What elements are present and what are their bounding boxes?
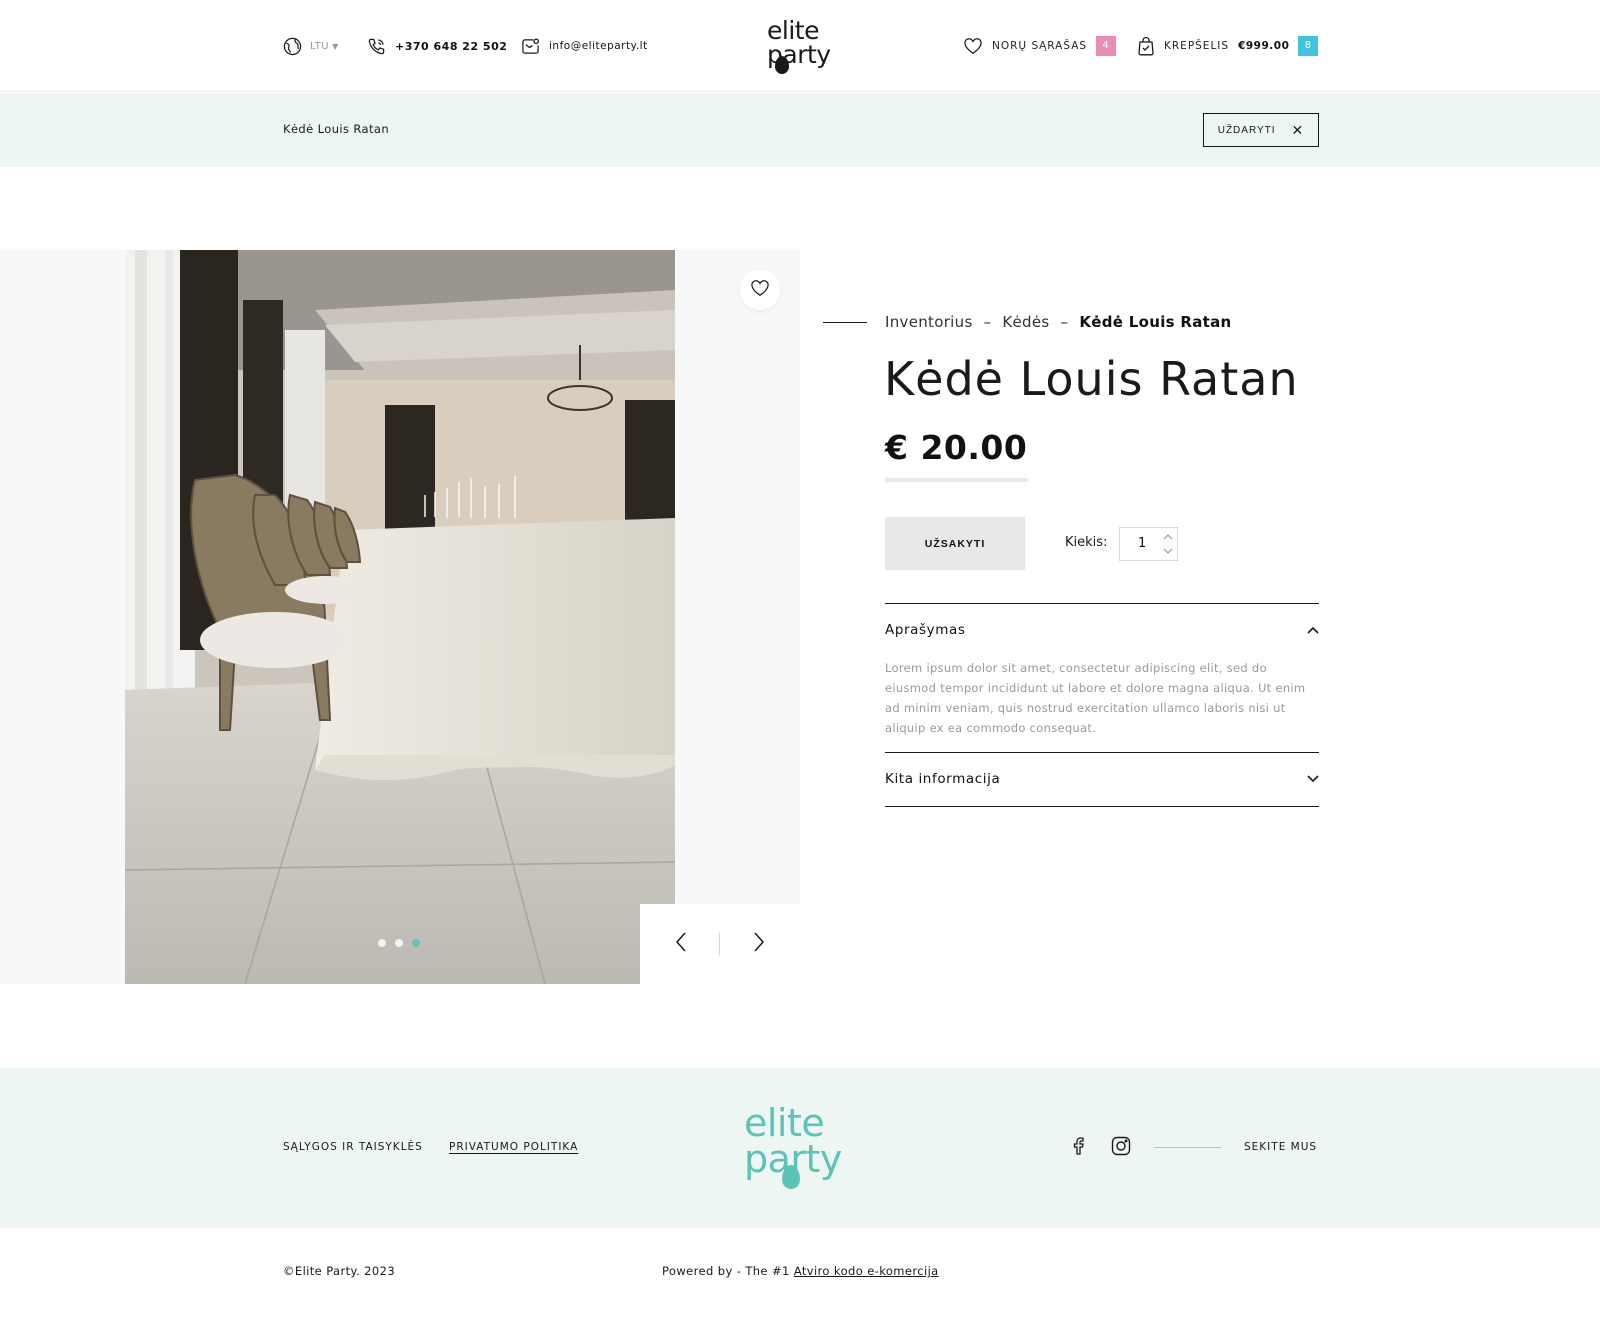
powered-by: Powered by - The #1 Atviro kodo e-komerc… bbox=[662, 1264, 939, 1278]
breadcrumb-separator: – bbox=[983, 313, 992, 331]
product-photo-image bbox=[125, 250, 675, 984]
product-title: Kėdė Louis Ratan bbox=[884, 352, 1299, 406]
email-link[interactable]: info@eliteparty.lt bbox=[521, 33, 648, 59]
terms-link[interactable]: SĄLYGOS IR TAISYKLĖS bbox=[283, 1141, 423, 1153]
close-button-label: UŽDARYTI bbox=[1217, 124, 1276, 136]
order-button[interactable]: UŽSAKYTI bbox=[885, 517, 1025, 570]
chevron-left-icon bbox=[675, 932, 687, 956]
wishlist-label: NORŲ SĄRAŠAS bbox=[992, 40, 1088, 52]
product-photo[interactable] bbox=[125, 250, 675, 984]
quantity-label: Kiekis: bbox=[1065, 535, 1108, 550]
accordion-divider bbox=[885, 752, 1319, 753]
cart-label: KREPŠELIS bbox=[1164, 40, 1230, 52]
phone-icon bbox=[367, 37, 386, 56]
close-notice-button[interactable]: UŽDARYTI ✕ bbox=[1203, 113, 1319, 147]
gallery-dot-2[interactable] bbox=[395, 939, 403, 947]
email-icon bbox=[521, 37, 540, 56]
phone-number: +370 648 22 502 bbox=[395, 39, 508, 53]
quantity-value[interactable]: 1 bbox=[1138, 536, 1146, 551]
heart-icon bbox=[963, 37, 983, 55]
breadcrumb-item-inventory[interactable]: Inventorius bbox=[885, 313, 973, 331]
cart-count-badge: 8 bbox=[1298, 36, 1319, 56]
price-underline bbox=[885, 478, 1028, 482]
added-product-notice: Kėdė Louis Ratan UŽDARYTI ✕ bbox=[0, 93, 1600, 167]
gallery-nav-divider bbox=[719, 932, 720, 956]
site-logo[interactable]: elite party bbox=[763, 18, 837, 76]
wishlist-link[interactable]: NORŲ SĄRAŠAS 4 bbox=[963, 33, 1117, 59]
breadcrumb-separator: – bbox=[1060, 313, 1069, 331]
powered-by-prefix: Powered by - The #1 bbox=[662, 1264, 790, 1278]
copyright: ©Elite Party. 2023 bbox=[283, 1264, 396, 1278]
breadcrumb: Inventorius – Kėdės – Kėdė Louis Ratan bbox=[885, 313, 1232, 331]
chevron-up-icon bbox=[1307, 622, 1319, 638]
chevron-down-icon bbox=[1307, 771, 1319, 787]
shopping-bag-icon bbox=[1137, 36, 1155, 56]
accordion-other-info-title: Kita informacija bbox=[885, 771, 1001, 787]
heart-icon bbox=[750, 279, 770, 301]
accordion-description-header[interactable]: Aprašymas bbox=[885, 615, 1319, 645]
footer-logo-mark bbox=[782, 1165, 800, 1189]
wishlist-count-badge: 4 bbox=[1096, 36, 1117, 56]
phone-link[interactable]: +370 648 22 502 bbox=[367, 33, 507, 59]
accordion-other-info-header[interactable]: Kita informacija bbox=[885, 764, 1319, 794]
chevron-down-icon[interactable] bbox=[1162, 545, 1174, 557]
notice-product-title: Kėdė Louis Ratan bbox=[283, 122, 390, 136]
cart-link[interactable]: KREPŠELIS €999.00 8 bbox=[1137, 33, 1319, 59]
quantity-stepper[interactable]: 1 bbox=[1119, 527, 1178, 561]
gallery-dot-1[interactable] bbox=[378, 939, 386, 947]
chevron-down-icon: ▼ bbox=[332, 41, 339, 51]
chevron-up-icon[interactable] bbox=[1162, 531, 1174, 543]
accordion-divider bbox=[885, 603, 1319, 604]
currency-selector[interactable]: LTU ▼ bbox=[283, 33, 339, 59]
breadcrumb-item-current: Kėdė Louis Ratan bbox=[1079, 313, 1232, 331]
privacy-link[interactable]: PRIVATUMO POLITIKA bbox=[449, 1141, 578, 1153]
facebook-link[interactable] bbox=[1066, 1136, 1090, 1160]
email-address: info@eliteparty.lt bbox=[549, 40, 648, 52]
breadcrumb-line bbox=[823, 322, 867, 323]
gallery-pagination bbox=[378, 939, 420, 947]
instagram-link[interactable] bbox=[1109, 1136, 1133, 1160]
accordion-description-title: Aprašymas bbox=[885, 622, 966, 638]
footer-logo[interactable]: elite party bbox=[744, 1103, 856, 1193]
chevron-right-icon bbox=[753, 932, 765, 956]
cart-total: €999.00 bbox=[1238, 40, 1290, 52]
instagram-icon bbox=[1111, 1136, 1131, 1160]
accordion-description-body: Lorem ipsum dolor sit amet, consectetur … bbox=[885, 661, 1306, 735]
logo-mark bbox=[775, 56, 789, 74]
add-to-wishlist-button[interactable] bbox=[740, 270, 780, 310]
follow-us-label: SEKITE MUS bbox=[1244, 1141, 1318, 1153]
close-icon: ✕ bbox=[1291, 122, 1305, 138]
gallery-prev-button[interactable] bbox=[666, 928, 696, 960]
gallery-dot-3[interactable] bbox=[412, 939, 420, 947]
site-header: LTU ▼ +370 648 22 502 info@eliteparty.lt… bbox=[0, 0, 1600, 92]
gallery-next-button[interactable] bbox=[744, 928, 774, 960]
gallery-nav bbox=[640, 904, 800, 984]
facebook-icon bbox=[1072, 1137, 1084, 1159]
breadcrumb-item-chairs[interactable]: Kėdės bbox=[1002, 313, 1049, 331]
globe-icon bbox=[283, 37, 302, 56]
product-price: € 20.00 bbox=[885, 428, 1028, 467]
currency-label: LTU bbox=[310, 40, 330, 52]
powered-by-link[interactable]: Atviro kodo e-komercija bbox=[794, 1264, 939, 1278]
footer-divider-line bbox=[1154, 1147, 1221, 1148]
accordion-divider bbox=[885, 806, 1319, 807]
